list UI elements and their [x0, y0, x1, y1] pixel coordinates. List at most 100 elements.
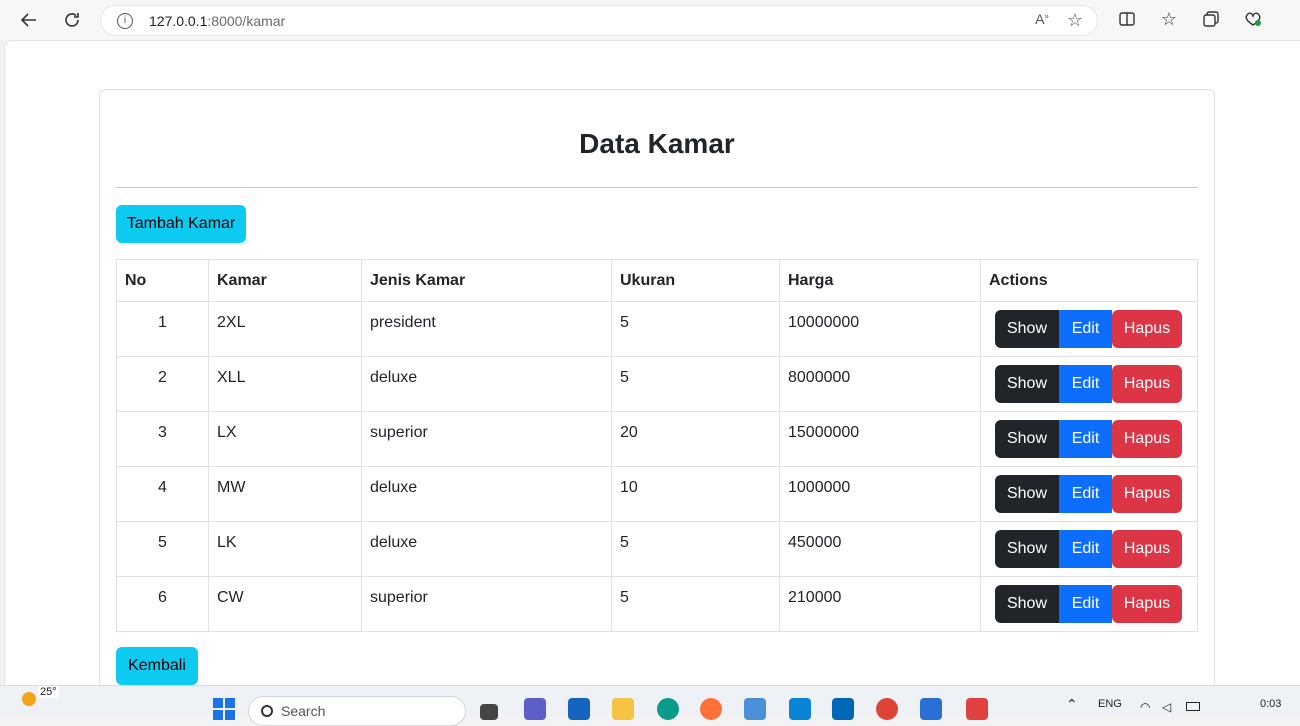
- edge-icon[interactable]: [657, 698, 679, 720]
- table-row: 6 CW superior 5 210000 Show Edit Hapus: [116, 576, 1198, 632]
- cell-no: 4: [116, 466, 209, 522]
- cell-harga: 8000000: [779, 356, 981, 412]
- cell-kamar: MW: [208, 466, 362, 522]
- chevron-up-icon[interactable]: ⌃: [1066, 696, 1078, 713]
- cell-harga: 1000000: [779, 466, 981, 522]
- file-explorer-icon[interactable]: [612, 698, 634, 720]
- col-header-kamar: Kamar: [208, 259, 362, 302]
- cell-jenis: deluxe: [361, 521, 612, 577]
- show-button[interactable]: Show: [995, 530, 1059, 568]
- mail-icon[interactable]: [568, 698, 590, 720]
- start-icon[interactable]: [213, 698, 235, 720]
- info-icon[interactable]: i: [117, 12, 133, 29]
- delete-button[interactable]: Hapus: [1112, 585, 1182, 623]
- photos-icon[interactable]: [920, 698, 942, 720]
- delete-button[interactable]: Hapus: [1112, 310, 1182, 348]
- show-button[interactable]: Show: [995, 585, 1059, 623]
- cell-actions: Show Edit Hapus: [980, 356, 1198, 412]
- show-button[interactable]: Show: [995, 420, 1059, 458]
- clock-time[interactable]: 0:03: [1260, 698, 1281, 710]
- cell-kamar: XLL: [208, 356, 362, 412]
- cell-actions: Show Edit Hapus: [980, 576, 1198, 632]
- chrome-icon[interactable]: [876, 698, 898, 720]
- show-button[interactable]: Show: [995, 310, 1059, 348]
- cell-kamar: 2XL: [208, 301, 362, 357]
- cell-ukuran: 10: [611, 466, 780, 522]
- taskbar-search[interactable]: Search: [248, 696, 466, 726]
- address-bar[interactable]: i 127.0.0.1:8000/kamar A» ☆: [100, 5, 1098, 36]
- language-indicator[interactable]: ENG: [1098, 698, 1122, 710]
- cell-harga: 450000: [779, 521, 981, 577]
- vscode-icon[interactable]: [832, 698, 854, 720]
- table-row: 3 LX superior 20 15000000 Show Edit Hapus: [116, 411, 1198, 467]
- table-row: 4 MW deluxe 10 1000000 Show Edit Hapus: [116, 466, 1198, 522]
- delete-button[interactable]: Hapus: [1112, 475, 1182, 513]
- edit-button[interactable]: Edit: [1059, 365, 1112, 403]
- read-aloud-icon[interactable]: A»: [1035, 11, 1049, 29]
- favorites-icon[interactable]: ☆: [1154, 4, 1184, 34]
- edit-button[interactable]: Edit: [1059, 475, 1112, 513]
- page-title: Data Kamar: [579, 128, 735, 159]
- col-header-harga: Harga: [779, 259, 981, 302]
- more-menu-icon[interactable]: ··: [1280, 4, 1300, 34]
- app-icon[interactable]: [744, 698, 766, 720]
- cell-ukuran: 5: [611, 301, 780, 357]
- table-header-row: No Kamar Jenis Kamar Ukuran Harga Action…: [116, 259, 1198, 302]
- store-icon[interactable]: [789, 698, 811, 720]
- cell-kamar: LX: [208, 411, 362, 467]
- delete-button[interactable]: Hapus: [1112, 530, 1182, 568]
- cell-harga: 210000: [779, 576, 981, 632]
- cell-ukuran: 20: [611, 411, 780, 467]
- cell-harga: 15000000: [779, 411, 981, 467]
- divider: [116, 187, 1198, 188]
- col-header-jenis: Jenis Kamar: [361, 259, 612, 302]
- cell-harga: 10000000: [779, 301, 981, 357]
- cell-jenis: deluxe: [361, 466, 612, 522]
- delete-button[interactable]: Hapus: [1112, 365, 1182, 403]
- col-header-actions: Actions: [980, 259, 1198, 302]
- split-screen-icon[interactable]: [1112, 4, 1142, 34]
- cell-no: 2: [116, 356, 209, 412]
- search-icon: [261, 705, 273, 717]
- back-icon[interactable]: [12, 3, 46, 37]
- favorite-star-icon[interactable]: ☆: [1067, 11, 1083, 29]
- snipping-icon[interactable]: [966, 698, 988, 720]
- delete-button[interactable]: Hapus: [1112, 420, 1182, 458]
- weather-sun-icon: [22, 692, 36, 706]
- page-viewport: Data Kamar Tambah Kamar No Kamar Jenis K…: [4, 40, 1300, 685]
- collections-icon[interactable]: [1196, 4, 1226, 34]
- table-row: 1 2XL president 5 10000000 Show Edit Hapus: [116, 301, 1198, 357]
- edit-button[interactable]: Edit: [1059, 530, 1112, 568]
- col-header-ukuran: Ukuran: [611, 259, 780, 302]
- show-button[interactable]: Show: [995, 365, 1059, 403]
- browser-essentials-icon[interactable]: [1238, 4, 1268, 34]
- cell-ukuran: 5: [611, 356, 780, 412]
- data-card: Data Kamar Tambah Kamar No Kamar Jenis K…: [99, 89, 1215, 685]
- cell-actions: Show Edit Hapus: [980, 466, 1198, 522]
- refresh-icon[interactable]: [55, 3, 89, 37]
- volume-icon[interactable]: ◁: [1162, 700, 1171, 714]
- cell-kamar: CW: [208, 576, 362, 632]
- back-button[interactable]: Kembali: [116, 647, 198, 685]
- show-button[interactable]: Show: [995, 475, 1059, 513]
- windows-taskbar: 25° Search ⌃ ENG ◠ ◁ 0:03: [0, 685, 1300, 726]
- edit-button[interactable]: Edit: [1059, 310, 1112, 348]
- cell-kamar: LK: [208, 521, 362, 577]
- col-header-no: No: [116, 259, 209, 302]
- search-placeholder: Search: [281, 703, 326, 719]
- wifi-icon[interactable]: ◠: [1140, 700, 1150, 714]
- add-room-button[interactable]: Tambah Kamar: [116, 205, 246, 243]
- task-view-icon[interactable]: [480, 704, 498, 720]
- battery-icon[interactable]: [1186, 702, 1200, 711]
- cell-no: 5: [116, 521, 209, 577]
- teams-icon[interactable]: [524, 698, 546, 720]
- firefox-icon[interactable]: [700, 698, 722, 720]
- weather-widget[interactable]: 25°: [22, 686, 59, 706]
- cell-actions: Show Edit Hapus: [980, 411, 1198, 467]
- cell-jenis: deluxe: [361, 356, 612, 412]
- table-row: 2 XLL deluxe 5 8000000 Show Edit Hapus: [116, 356, 1198, 412]
- cell-no: 3: [116, 411, 209, 467]
- edit-button[interactable]: Edit: [1059, 420, 1112, 458]
- cell-no: 6: [116, 576, 209, 632]
- edit-button[interactable]: Edit: [1059, 585, 1112, 623]
